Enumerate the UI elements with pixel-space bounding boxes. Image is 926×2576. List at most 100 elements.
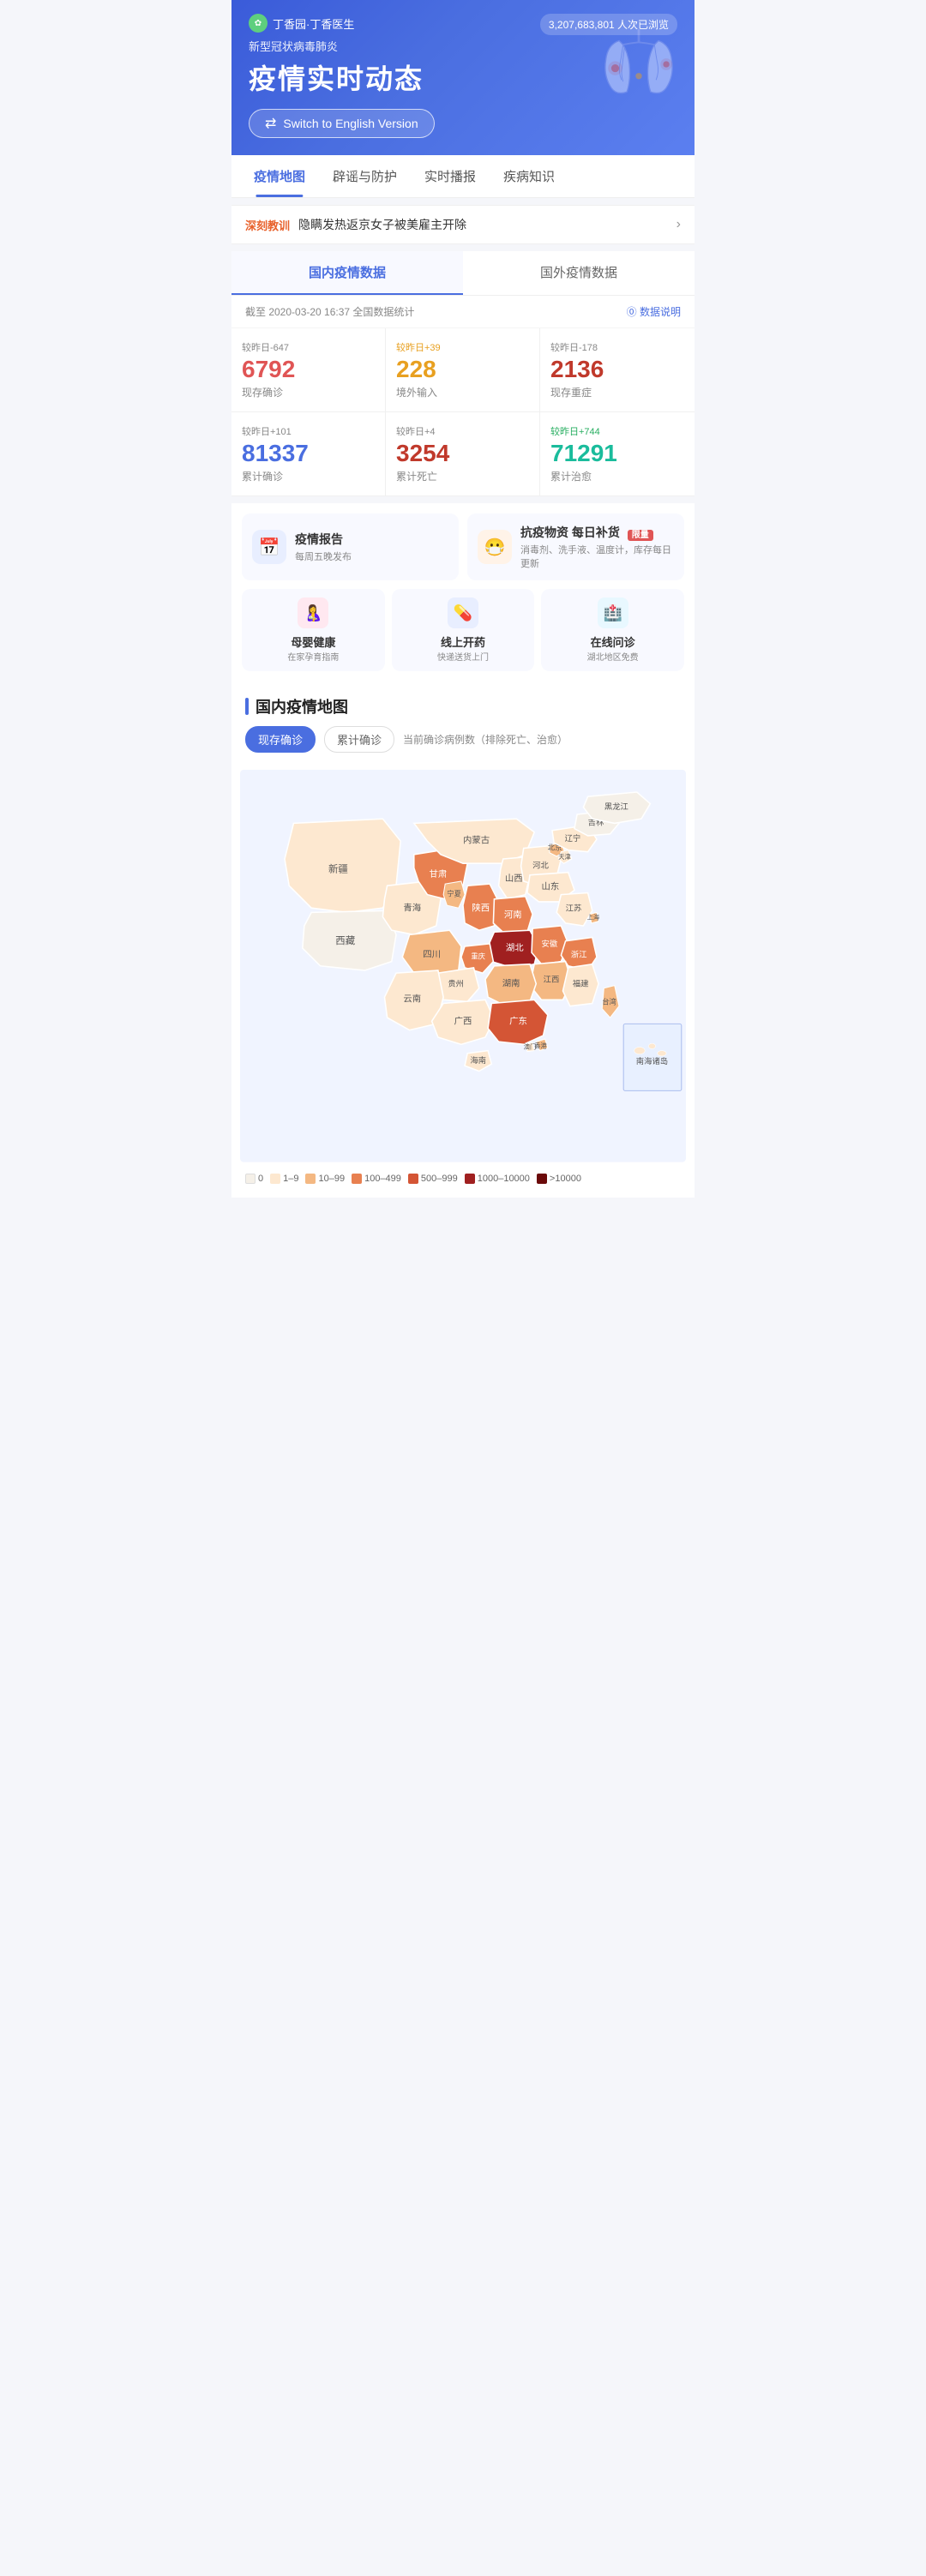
service-section: 📅 疫情报告 每周五晚发布 😷 抗疫物资 每日补货 限量 消毒剂、洗手液、温度计… bbox=[232, 503, 694, 682]
logo-icon: ✿ bbox=[249, 14, 268, 33]
legend-1-9: 1–9 bbox=[270, 1174, 298, 1184]
legend-color-0 bbox=[245, 1174, 256, 1184]
svg-text:甘肃: 甘肃 bbox=[429, 868, 447, 880]
service-supplies-desc: 消毒剂、洗手液、温度计，库存每日更新 bbox=[520, 543, 674, 570]
svg-text:天津: 天津 bbox=[558, 853, 571, 861]
legend-label-1: 1–9 bbox=[283, 1174, 298, 1184]
svg-text:广西: 广西 bbox=[454, 1016, 472, 1026]
svg-text:湖北: 湖北 bbox=[506, 943, 524, 953]
svg-text:福建: 福建 bbox=[573, 979, 589, 988]
service-consult-icon: 🏥 bbox=[598, 597, 628, 628]
stat-number-2: 228 bbox=[396, 357, 529, 381]
legend-color-3 bbox=[352, 1174, 362, 1184]
stat-label-5: 累计死亡 bbox=[396, 469, 529, 483]
stat-total-confirmed: 较昨日+101 81337 累计确诊 bbox=[232, 412, 386, 496]
service-maternal[interactable]: 🤱 母婴健康 在家孕育指南 bbox=[242, 589, 385, 671]
news-banner[interactable]: 深刻教训 隐瞒发热返京女子被美雇主开除 › bbox=[232, 205, 694, 244]
legend-label-4: 500–999 bbox=[421, 1174, 458, 1184]
service-report-desc: 每周五晚发布 bbox=[295, 549, 352, 563]
svg-text:河南: 河南 bbox=[504, 910, 522, 921]
stat-diff-5: 较昨日+4 bbox=[396, 424, 529, 438]
svg-text:山东: 山东 bbox=[542, 880, 560, 892]
data-info-link[interactable]: ⓪ 数据说明 bbox=[627, 304, 681, 319]
stat-severe: 较昨日-178 2136 现存重症 bbox=[540, 328, 694, 412]
svg-text:上海: 上海 bbox=[587, 914, 600, 922]
news-tag: 深刻教训 bbox=[245, 217, 290, 233]
data-date: 截至 2020-03-20 16:37 全国数据统计 bbox=[245, 304, 414, 319]
svg-text:江西: 江西 bbox=[544, 976, 560, 984]
switch-language-button[interactable]: ⇄ Switch to English Version bbox=[249, 109, 435, 138]
stat-number-6: 71291 bbox=[550, 441, 684, 465]
stat-label-4: 累计确诊 bbox=[242, 469, 375, 483]
stat-diff-6: 较昨日+744 bbox=[550, 424, 684, 438]
service-pharmacy-title: 线上开药 bbox=[441, 633, 485, 650]
stat-imported: 较昨日+39 228 境外输入 bbox=[386, 328, 540, 412]
stat-diff-1: 较昨日-647 bbox=[242, 340, 375, 354]
svg-text:重庆: 重庆 bbox=[471, 952, 485, 960]
service-consult-title: 在线问诊 bbox=[591, 633, 635, 650]
nav-tabs: 疫情地图 辟谣与防护 实时播报 疾病知识 bbox=[232, 155, 694, 198]
svg-text:贵州: 贵州 bbox=[448, 979, 464, 988]
svg-text:新疆: 新疆 bbox=[328, 863, 348, 875]
legend-label-0: 0 bbox=[258, 1174, 263, 1184]
tab-live[interactable]: 实时播报 bbox=[411, 155, 490, 197]
svg-text:四川: 四川 bbox=[423, 949, 441, 959]
stat-number-5: 3254 bbox=[396, 441, 529, 465]
stat-number-4: 81337 bbox=[242, 441, 375, 465]
stat-label-2: 境外输入 bbox=[396, 385, 529, 399]
tab-rumor[interactable]: 辟谣与防护 bbox=[319, 155, 411, 197]
legend-1000-10000: 1000–10000 bbox=[465, 1174, 530, 1184]
view-count: 3,207,683,801 人次已浏览 bbox=[540, 14, 677, 35]
tab-map[interactable]: 疫情地图 bbox=[240, 155, 319, 197]
service-report-title: 疫情报告 bbox=[295, 531, 352, 548]
map-container: 新疆 西藏 青海 甘肃 内蒙古 宁夏 四川 陕西 山西 bbox=[232, 761, 694, 1165]
service-report-icon: 📅 bbox=[252, 530, 286, 564]
stat-label-1: 现存确诊 bbox=[242, 385, 375, 399]
service-pharmacy[interactable]: 💊 线上开药 快递送货上门 bbox=[392, 589, 535, 671]
svg-text:云南: 云南 bbox=[403, 993, 421, 1004]
svg-text:辽宁: 辽宁 bbox=[565, 833, 581, 843]
svg-text:陕西: 陕西 bbox=[472, 902, 490, 913]
stat-total-death: 较昨日+4 3254 累计死亡 bbox=[386, 412, 540, 496]
filter-current-btn[interactable]: 现存确诊 bbox=[245, 726, 316, 753]
stat-diff-4: 较昨日+101 bbox=[242, 424, 375, 438]
stat-number-1: 6792 bbox=[242, 357, 375, 381]
service-pharmacy-icon: 💊 bbox=[448, 597, 478, 628]
tab-knowledge[interactable]: 疾病知识 bbox=[490, 155, 568, 197]
service-consult-desc: 湖北地区免费 bbox=[587, 650, 639, 663]
tab-domestic[interactable]: 国内疫情数据 bbox=[232, 251, 463, 295]
legend-100-499: 100–499 bbox=[352, 1174, 401, 1184]
service-supplies-title: 抗疫物资 每日补货 限量 bbox=[520, 524, 674, 541]
service-supplies[interactable]: 😷 抗疫物资 每日补货 限量 消毒剂、洗手液、温度计，库存每日更新 bbox=[467, 513, 684, 580]
legend-0: 0 bbox=[245, 1174, 263, 1184]
service-supplies-icon: 😷 bbox=[478, 530, 512, 564]
switch-btn-label: Switch to English Version bbox=[283, 117, 418, 130]
service-maternal-icon: 🤱 bbox=[298, 597, 328, 628]
map-filter: 现存确诊 累计确诊 当前确诊病例数（排除死亡、治愈） bbox=[232, 726, 694, 761]
data-section: 国内疫情数据 国外疫情数据 截至 2020-03-20 16:37 全国数据统计… bbox=[232, 251, 694, 496]
logo-text: 丁香园·丁香医生 bbox=[273, 15, 354, 32]
china-map-svg: 新疆 西藏 青海 甘肃 内蒙古 宁夏 四川 陕西 山西 bbox=[240, 770, 686, 1162]
legend-label-6: >10000 bbox=[550, 1174, 581, 1184]
service-consult[interactable]: 🏥 在线问诊 湖北地区免费 bbox=[541, 589, 684, 671]
map-title-bar bbox=[245, 698, 249, 715]
svg-text:香港: 香港 bbox=[534, 1042, 547, 1049]
svg-text:广东: 广东 bbox=[509, 1015, 527, 1026]
news-title: 隐瞒发热返京女子被美雇主开除 bbox=[298, 216, 670, 233]
badge-limited: 限量 bbox=[628, 530, 653, 541]
filter-total-btn[interactable]: 累计确诊 bbox=[324, 726, 394, 753]
header: ✿ 丁香园·丁香医生 3,207,683,801 人次已浏览 新型冠状病毒肺炎 … bbox=[232, 0, 694, 155]
legend-color-4 bbox=[408, 1174, 418, 1184]
map-section: 国内疫情地图 现存确诊 累计确诊 当前确诊病例数（排除死亡、治愈） 新疆 西藏 … bbox=[232, 682, 694, 1198]
tab-global[interactable]: 国外疫情数据 bbox=[463, 251, 694, 295]
svg-text:浙江: 浙江 bbox=[571, 949, 587, 958]
stat-total-recovered: 较昨日+744 71291 累计治愈 bbox=[540, 412, 694, 496]
svg-text:内蒙古: 内蒙古 bbox=[463, 834, 490, 845]
data-meta: 截至 2020-03-20 16:37 全国数据统计 ⓪ 数据说明 bbox=[232, 296, 694, 328]
map-title: 国内疫情地图 bbox=[256, 695, 348, 718]
legend-color-5 bbox=[465, 1174, 475, 1184]
service-report[interactable]: 📅 疫情报告 每周五晚发布 bbox=[242, 513, 459, 580]
legend-500-999: 500–999 bbox=[408, 1174, 458, 1184]
stat-label-3: 现存重症 bbox=[550, 385, 684, 399]
svg-text:澳门: 澳门 bbox=[524, 1043, 537, 1051]
